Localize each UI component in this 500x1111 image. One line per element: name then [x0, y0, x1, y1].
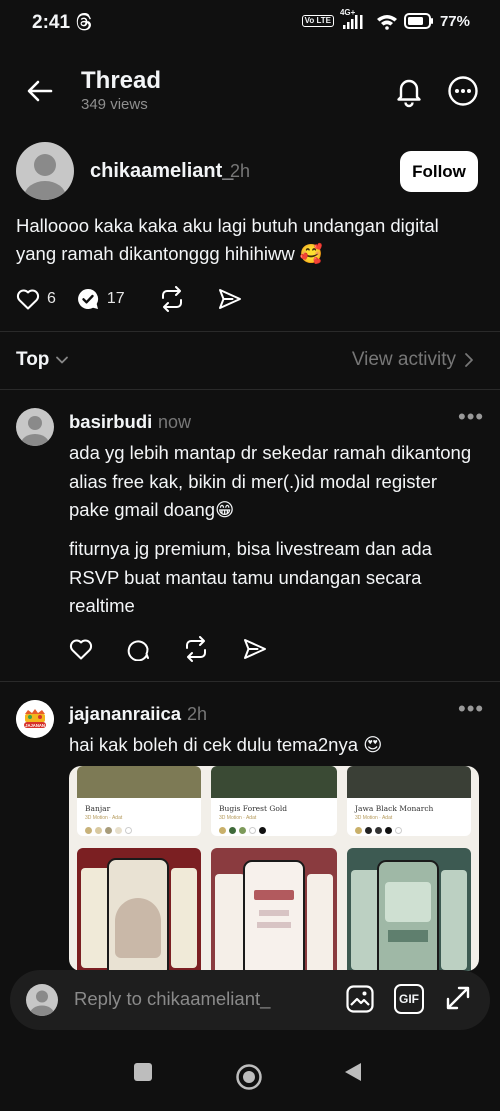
avatar[interactable]: [16, 142, 74, 200]
theme-subtitle: 3D Motion · Adat: [219, 815, 257, 821]
reply-text: ada yg lebih mantap dr sekedar ramah dik…: [69, 442, 472, 520]
expand-icon: [446, 986, 470, 1010]
more-circle-icon: [448, 76, 478, 106]
repost-count-button[interactable]: 17: [76, 287, 125, 311]
theme-subtitle: 3D Motion · Adat: [355, 815, 393, 821]
battery-icon: [403, 13, 433, 29]
reply-more-button[interactable]: •••: [458, 696, 484, 722]
color-swatches: [219, 827, 337, 834]
post-time: 2h: [230, 161, 251, 181]
square-icon: [134, 1063, 152, 1081]
color-swatches: [85, 827, 201, 834]
reply-actions: [69, 636, 268, 662]
divider: [0, 389, 500, 390]
theme-preview: [211, 848, 337, 971]
bell-icon: [397, 79, 421, 108]
expand-button[interactable]: [444, 984, 472, 1012]
theme-subtitle: 3D Motion · Adat: [85, 815, 123, 821]
signal-icon: 4G+: [340, 8, 370, 30]
shop-logo-text: JAJANAN: [25, 723, 45, 728]
color-swatches: [355, 827, 471, 834]
theme-title: Bugis Forest Gold: [219, 804, 288, 813]
heart-icon: [16, 289, 40, 310]
sort-dropdown[interactable]: Top: [16, 349, 69, 371]
arrow-left-icon: [27, 80, 53, 102]
reply-text: hai kak boleh di cek dulu tema2nya 😍: [69, 734, 383, 755]
send-icon[interactable]: [242, 637, 268, 661]
reply-input[interactable]: Reply to chikaameliant_: [74, 988, 270, 1010]
like-button[interactable]: 6: [16, 288, 56, 310]
comment-icon[interactable]: [126, 637, 150, 661]
theme-card: Banjar 3D Motion · Adat: [77, 766, 201, 836]
send-icon: [218, 289, 241, 309]
chevron-down-icon: [56, 356, 69, 364]
page-title: Thread: [81, 67, 162, 94]
phone-mockup: [107, 858, 169, 971]
volte-badge: Vo LTE: [301, 15, 334, 27]
theme-title: Jawa Black Monarch: [355, 804, 434, 813]
image-icon: [346, 985, 374, 1013]
attached-image[interactable]: Banjar 3D Motion · Adat Bugis Forest Gol…: [69, 766, 479, 971]
repost-button[interactable]: [159, 286, 185, 312]
theme-preview: [347, 848, 471, 971]
reposted-check-icon: [77, 288, 98, 309]
shop-logo-icon: JAJANAN: [16, 700, 54, 738]
phone-mockup: [243, 860, 305, 971]
theme-card: Bugis Forest Gold 3D Motion · Adat: [211, 766, 337, 836]
reply-time: now: [158, 412, 192, 432]
more-options-button[interactable]: [446, 74, 480, 108]
sort-label: Top: [16, 349, 50, 370]
repost-icon: [161, 286, 182, 312]
reply-text: fiturnya jg premium, bisa livestream dan…: [69, 538, 432, 616]
reply-username[interactable]: basirbudi: [69, 411, 152, 433]
reply-time: 2h: [187, 704, 208, 724]
triangle-back-icon: [345, 1063, 361, 1081]
reply-more-button[interactable]: •••: [458, 404, 484, 430]
chevron-right-icon: [465, 353, 473, 367]
default-avatar-icon: [24, 154, 66, 200]
repost-count: 17: [106, 290, 125, 307]
reply-username[interactable]: jajananraiica: [69, 703, 181, 725]
gif-icon: GIF: [394, 984, 424, 1014]
divider: [0, 331, 500, 332]
repost-icon[interactable]: [183, 636, 209, 662]
theme-preview: [77, 848, 201, 971]
back-nav-button[interactable]: [344, 1062, 362, 1082]
avatar[interactable]: JAJANAN: [16, 700, 54, 738]
avatar[interactable]: [16, 408, 54, 446]
home-button[interactable]: [235, 1063, 263, 1091]
post-actions: 6 17: [16, 286, 263, 312]
view-count: 349 views: [81, 96, 148, 113]
share-button[interactable]: [217, 287, 243, 311]
theme-title: Banjar: [85, 804, 111, 813]
battery-percent: 77%: [439, 12, 470, 30]
phone-mockup: [377, 860, 439, 971]
view-activity-label: View activity: [351, 349, 456, 370]
back-button[interactable]: [24, 75, 56, 107]
theme-card: Jawa Black Monarch 3D Motion · Adat: [347, 766, 471, 836]
status-icons: Vo LTE 4G+ 77%: [301, 8, 470, 30]
avatar: [26, 984, 58, 1016]
notifications-button[interactable]: [392, 74, 426, 108]
circle-home-icon: [236, 1064, 262, 1090]
post-text: Halloooo kaka kaka aku lagi butuh undang…: [16, 215, 439, 264]
heart-icon[interactable]: [69, 638, 93, 660]
like-count: 6: [47, 290, 56, 307]
default-avatar-icon: [21, 416, 49, 446]
divider: [0, 681, 500, 682]
follow-button[interactable]: Follow: [400, 151, 478, 192]
status-bar: 2:41 Vo LTE 4G+ 77%: [0, 0, 500, 48]
wifi-icon: [376, 14, 397, 30]
view-activity-link[interactable]: View activity: [352, 349, 474, 371]
recents-button[interactable]: [133, 1062, 153, 1082]
default-avatar-icon: [30, 990, 54, 1016]
status-time: 2:41: [32, 12, 71, 33]
threads-notification-icon: [76, 13, 92, 31]
post-username[interactable]: chikaameliant_: [90, 160, 233, 183]
attach-image-button[interactable]: [345, 984, 375, 1014]
gif-button[interactable]: GIF: [394, 984, 424, 1014]
